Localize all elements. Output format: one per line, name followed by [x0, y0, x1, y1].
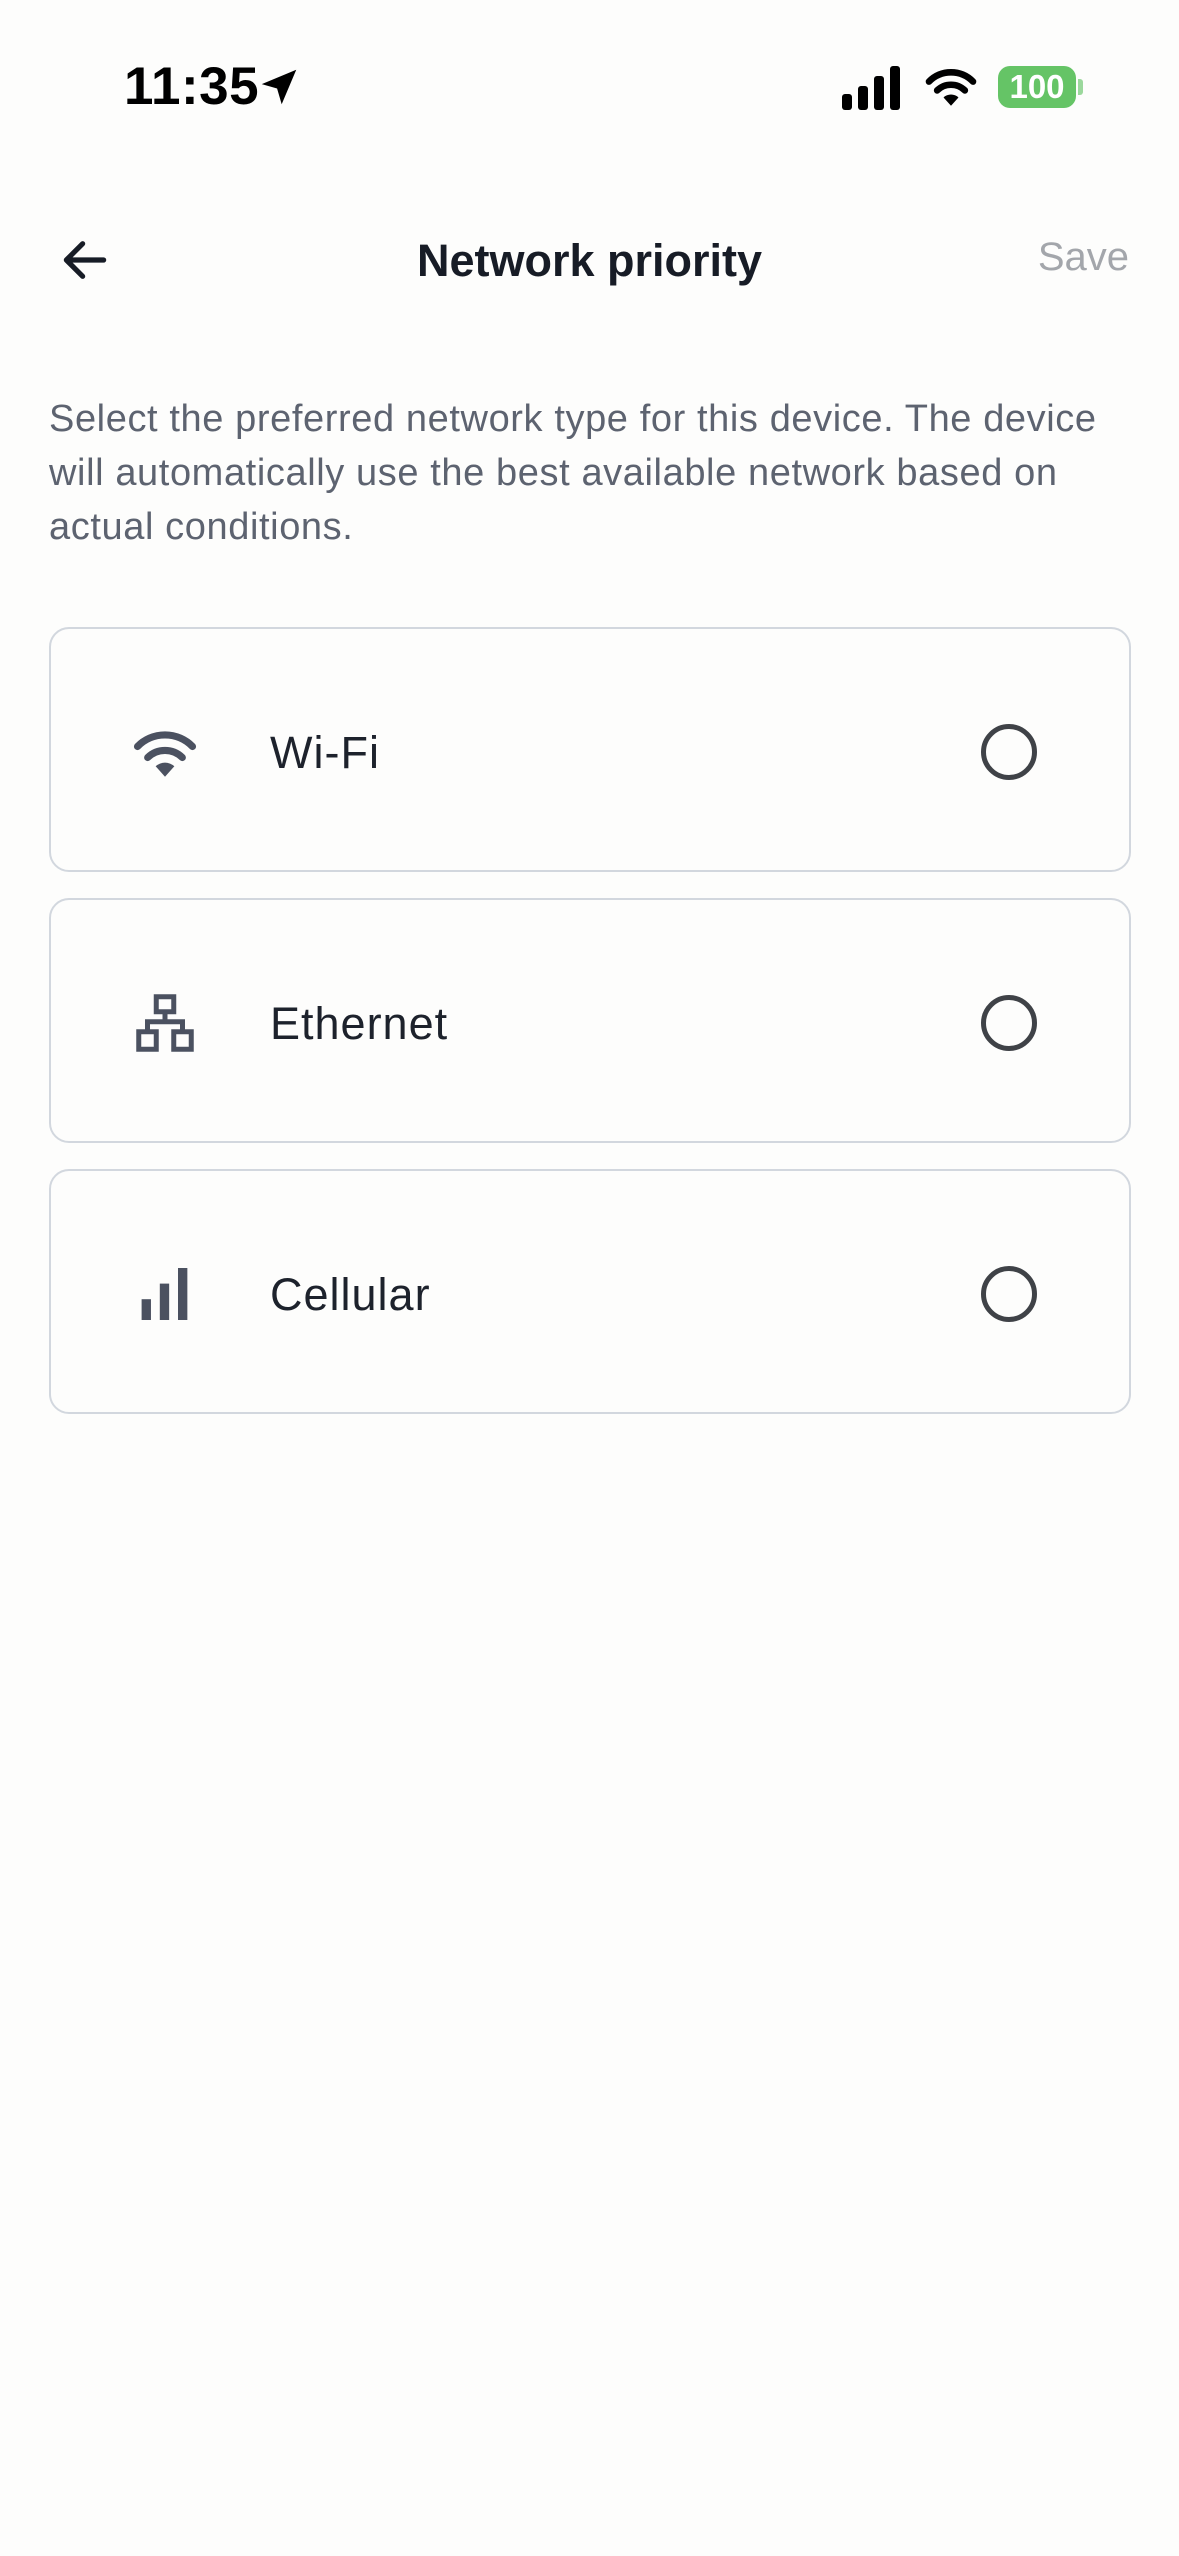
status-bar: 11:35 100	[0, 0, 1179, 150]
option-label: Wi-Fi	[270, 727, 380, 778]
network-priority-screen: 11:35 100 Network priority Save Select t…	[0, 0, 1179, 2556]
description-text: Select the preferred network type for th…	[49, 398, 1097, 548]
page-title: Network priority	[416, 235, 763, 286]
option-label: Ethernet	[270, 998, 449, 1049]
nav-bar: Network priority Save	[0, 190, 1179, 330]
battery-icon: 100	[998, 66, 1076, 108]
radio-button[interactable]	[981, 1266, 1037, 1322]
option-label: Cellular	[270, 1269, 431, 1320]
wifi-icon	[127, 714, 203, 790]
radio-button[interactable]	[981, 724, 1037, 780]
wifi-icon	[925, 69, 977, 106]
radio-button[interactable]	[981, 995, 1037, 1051]
battery-cap	[1078, 79, 1083, 95]
option-wifi[interactable]: Wi-Fi	[49, 627, 1131, 872]
battery-level: 100	[1009, 68, 1065, 105]
option-cellular[interactable]: Cellular	[49, 1169, 1131, 1414]
option-ethernet[interactable]: Ethernet	[49, 898, 1131, 1143]
network-tree-icon	[127, 985, 203, 1061]
save-button[interactable]: Save	[1038, 235, 1129, 280]
cellular-signal-icon	[842, 66, 900, 110]
location-arrow-icon	[261, 69, 297, 105]
status-time: 11:35	[124, 57, 260, 116]
network-options-list: Wi-Fi Ethernet Cellular	[49, 627, 1131, 1440]
signal-bars-icon	[127, 1256, 203, 1332]
